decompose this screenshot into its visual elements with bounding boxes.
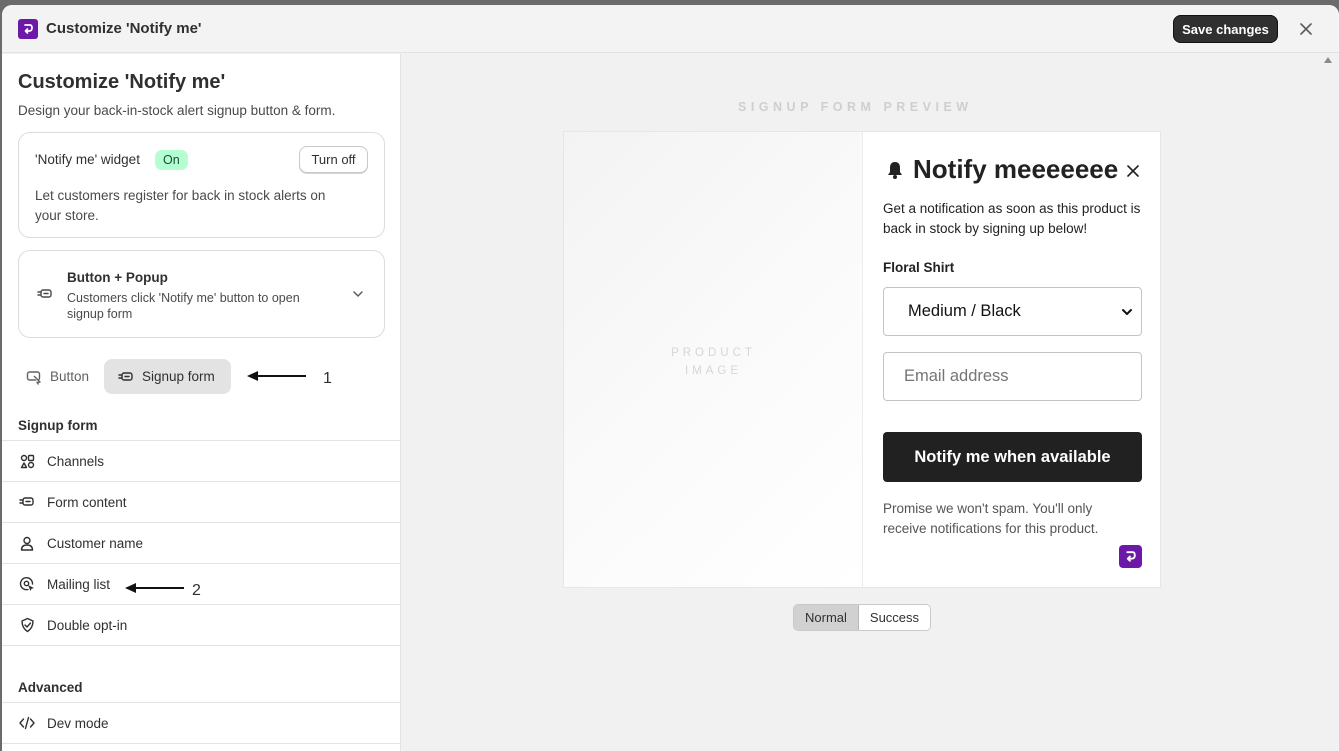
menu-item-channels[interactable]: Channels [2,440,400,481]
status-badge: On [155,150,188,170]
tab-signup-form[interactable]: Signup form [104,359,231,394]
app-window: Customize 'Notify me' Save changes Custo… [2,5,1339,751]
menu-item-customer-name[interactable]: Customer name [2,522,400,563]
chevron-down-icon [353,291,363,297]
menu-divider [2,645,400,646]
widget-status-card: 'Notify me' widget On Turn off Let custo… [18,132,385,238]
menu-item-label: Double opt-in [47,617,128,633]
section-heading-advanced: Advanced [18,680,83,695]
menu-item-dev-mode[interactable]: Dev mode [2,702,400,743]
window-title: Customize 'Notify me' [46,20,202,37]
person-icon [19,535,35,551]
menu-item-label: Form content [47,494,127,510]
tab-signup-label: Signup form [142,369,215,384]
menu-item-label: Customer name [47,535,144,551]
product-image-label: PRODUCT IMAGE [564,344,863,380]
display-mode-selector[interactable]: Button + Popup Customers click 'Notify m… [18,250,385,338]
state-normal-button[interactable]: Normal [794,605,859,630]
tab-button-label: Button [50,369,90,384]
menu-divider [2,743,400,744]
menu-item-label: Mailing list [47,576,111,592]
bell-icon [888,162,902,179]
signup-form: Notify meeeeeee Get a notification as so… [863,132,1160,587]
menu-item-label: Channels [47,453,105,469]
form-content-icon [19,494,35,510]
mode-description: Customers click 'Notify me' button to op… [67,291,300,321]
mailing-list-icon [19,576,35,592]
widget-description: Let customers register for back in stock… [35,188,326,223]
menu-item-label: Dev mode [47,715,109,731]
preview-label: SIGNUP FORM PREVIEW [738,100,973,114]
menu-item-form-content[interactable]: Form content [2,481,400,522]
product-image-label-line: PRODUCT [671,347,756,359]
product-image-label-line: IMAGE [684,365,743,377]
chevron-down-icon [1122,309,1132,315]
code-icon [19,715,35,731]
email-field[interactable] [883,352,1142,401]
variant-select[interactable]: Medium / Black [883,287,1142,336]
scroll-up-arrow-icon[interactable] [1324,57,1332,63]
save-changes-button[interactable]: Save changes [1173,15,1278,43]
sidebar-subtitle: Design your back-in-stock alert signup b… [18,103,336,118]
annotation-number: 1 [323,370,332,387]
close-icon[interactable] [1127,165,1139,177]
turn-off-button[interactable]: Turn off [299,146,368,173]
menu-item-mailing-list[interactable]: Mailing list [2,563,400,604]
notify-me-button[interactable]: Notify me when available [883,432,1142,482]
annotation-number: 2 [192,582,201,599]
popup-icon [37,289,52,298]
app-logo-icon [18,19,38,39]
state-success-button[interactable]: Success [858,605,931,630]
cursor-click-icon [26,370,41,385]
product-name: Floral Shirt [883,260,955,275]
no-spam-note: Promise we won't spam. You'll only recei… [883,501,1099,536]
preview-state-toggle: Normal Success [793,604,932,631]
form-heading: Notify meeeeeee [913,154,1119,184]
channels-icon [19,453,35,469]
widget-label: 'Notify me' widget [35,152,140,167]
title-bar: Customize 'Notify me' Save changes [2,5,1339,53]
product-image-placeholder: PRODUCT IMAGE [564,132,863,587]
form-description: Get a notification as soon as this produ… [883,201,1141,236]
signup-form-preview: PRODUCT IMAGE Notify meeeeeee Get a noti… [563,131,1161,588]
mode-title: Button + Popup [67,270,168,285]
section-heading-signup: Signup form [18,418,98,433]
annotation-arrow-icon [125,583,184,593]
tab-button[interactable]: Button [18,359,100,394]
close-icon[interactable] [1295,18,1317,40]
annotation-arrow-icon [247,371,306,381]
menu-item-double-opt-in[interactable]: Double opt-in [2,604,400,645]
app-logo-icon [1119,545,1142,568]
variant-selected-value: Medium / Black [908,302,1021,320]
settings-sidebar: Customize 'Notify me' Design your back-i… [2,54,401,751]
shield-check-icon [19,617,35,633]
sidebar-title: Customize 'Notify me' [18,71,226,93]
popup-icon [118,371,133,381]
